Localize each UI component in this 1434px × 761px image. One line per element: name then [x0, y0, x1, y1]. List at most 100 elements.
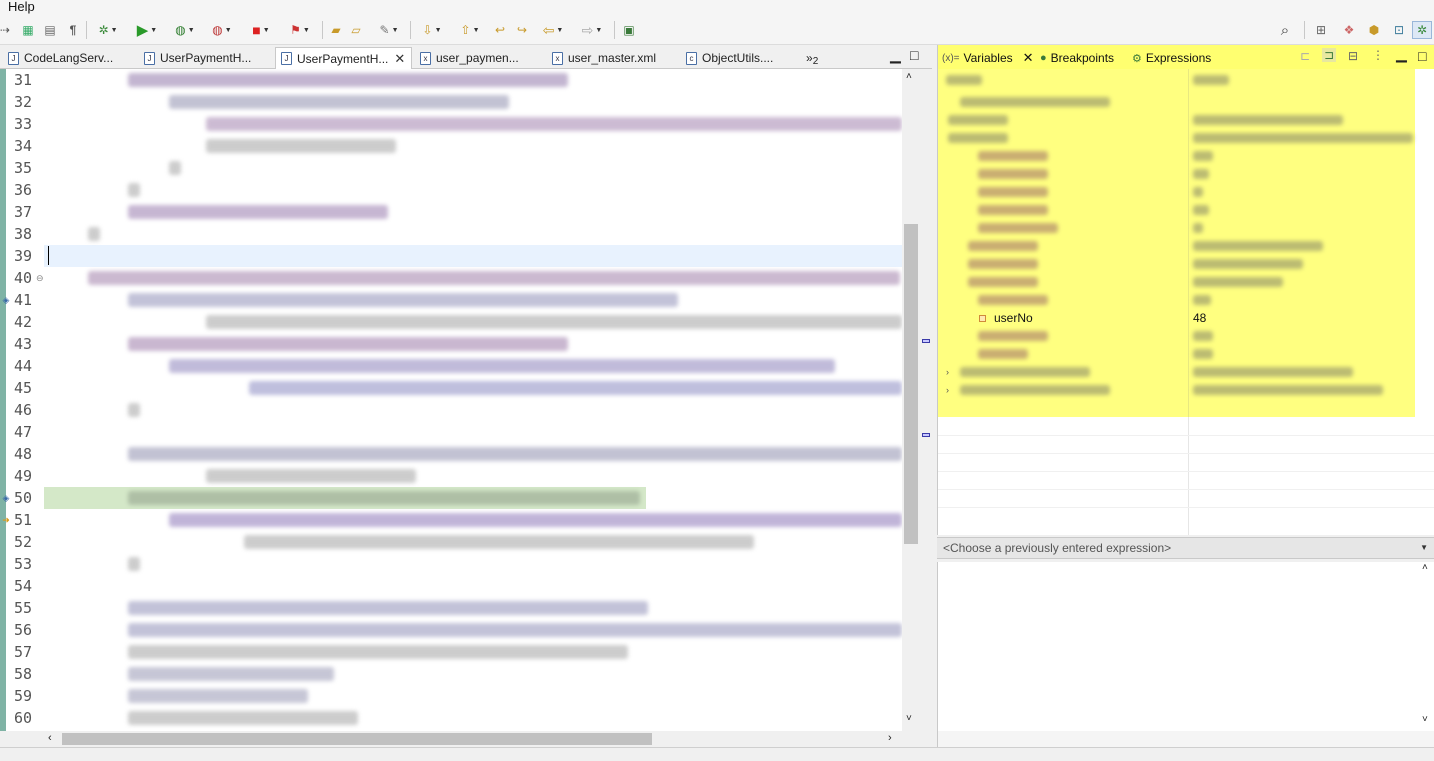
debug-perspective-icon[interactable]: ✲: [1412, 21, 1432, 39]
tab-breakpoints[interactable]: ● Breakpoints: [1040, 49, 1114, 67]
variables-tree[interactable]: userNo 48 › ›: [938, 69, 1415, 417]
blurred-row: [968, 277, 1038, 287]
menu-help[interactable]: Help: [8, 0, 35, 14]
maximize-icon[interactable]: □: [1418, 48, 1426, 64]
previous-annotation-icon[interactable]: ⇧ ▼: [454, 21, 486, 39]
scroll-down-icon[interactable]: ˅: [1422, 714, 1428, 725]
show-logical-structure-icon[interactable]: ⊐: [1322, 48, 1337, 62]
scroll-down-icon[interactable]: ˅: [906, 713, 912, 724]
scroll-thumb[interactable]: [62, 733, 652, 745]
overview-ruler: [920, 69, 932, 731]
show-type-names-icon[interactable]: ⊏: [1300, 49, 1310, 63]
menu-bar: Help: [0, 0, 1434, 15]
line-number: 57: [14, 643, 33, 661]
back-icon[interactable]: ⇦ ▼: [538, 21, 568, 39]
edit-location-icon[interactable]: ↪: [514, 21, 530, 39]
last-edit-location-icon[interactable]: ↩: [492, 21, 508, 39]
new-folder-icon[interactable]: ▰: [328, 21, 344, 39]
blurred-row: [960, 367, 1090, 377]
tab-userpaymenth-active[interactable]: J UserPaymentH... ✕: [275, 47, 413, 69]
blurred-code: [169, 513, 902, 527]
scroll-thumb[interactable]: [904, 224, 918, 544]
breakpoint-marker-icon[interactable]: ◈: [1, 295, 11, 305]
tab-overflow[interactable]: » 2: [806, 47, 818, 69]
coverage-icon[interactable]: ◍ ▼: [170, 21, 200, 39]
skip-breakpoints-icon[interactable]: ⇢: [0, 21, 12, 39]
run-icon[interactable]: ▶ ▼: [132, 21, 162, 39]
java-perspective-icon[interactable]: ⊡: [1390, 21, 1408, 39]
maximize-icon[interactable]: □: [910, 47, 918, 63]
tab-userpaymenth-1[interactable]: J UserPaymentH...: [144, 47, 251, 69]
close-tab-icon[interactable]: ✕: [394, 51, 405, 67]
blurred-row: [978, 205, 1048, 215]
expressions-icon: ⚙: [1132, 52, 1142, 65]
scroll-right-icon[interactable]: ›: [888, 732, 892, 744]
expression-chooser[interactable]: <Choose a previously entered expression>…: [937, 537, 1434, 559]
blurred-row: [978, 349, 1028, 359]
scroll-left-icon[interactable]: ‹: [48, 732, 52, 744]
pilcrow-icon[interactable]: ¶: [66, 21, 80, 39]
toolbar-separator: [1304, 21, 1305, 39]
debug-tab-strip: (x)= Variables ✕ ● Breakpoints ⚙ Express…: [938, 45, 1434, 69]
tab-objectutils[interactable]: c ObjectUtils....: [686, 47, 773, 69]
scroll-up-icon[interactable]: ˄: [1422, 562, 1428, 573]
code-area[interactable]: [44, 69, 902, 731]
breakpoint-marker-icon[interactable]: ◈: [1, 493, 11, 503]
tab-label: UserPaymentH...: [160, 51, 252, 65]
expand-arrow-icon[interactable]: ›: [946, 367, 949, 377]
blurred-code: [128, 645, 628, 659]
line-number: 39: [14, 247, 33, 265]
minimize-icon[interactable]: ▁: [1396, 46, 1407, 63]
tab-user-master-xml[interactable]: x user_master.xml: [552, 47, 656, 69]
variable-row-userno[interactable]: userNo 48: [938, 309, 1415, 327]
search-icon[interactable]: ⌕: [1276, 21, 1294, 39]
variable-value: 48: [1193, 311, 1207, 325]
blurred-row: [1193, 205, 1209, 215]
forward-icon[interactable]: ⇨ ▼: [576, 21, 608, 39]
code-editor[interactable]: 31 32 33 34 35 36 37 38 39 40 41 42 43 4…: [0, 69, 920, 731]
line-number: 48: [14, 445, 33, 463]
collapse-all-icon[interactable]: ⊟: [1348, 49, 1358, 63]
line-number: 51: [14, 511, 33, 529]
debug-icon[interactable]: ✲ ▼: [94, 21, 122, 39]
pin-editor-icon[interactable]: ▣: [620, 21, 638, 39]
next-annotation-icon[interactable]: ⇩ ▼: [416, 21, 448, 39]
overview-marker[interactable]: [922, 433, 930, 437]
open-folder-icon[interactable]: ▱: [348, 21, 364, 39]
minimize-icon[interactable]: ▁: [890, 47, 901, 64]
detail-vertical-scrollbar[interactable]: ˄ ˅: [1418, 562, 1434, 732]
blurred-row: [960, 385, 1110, 395]
show-whitespace-icon[interactable]: ▤: [42, 21, 58, 39]
tab-user-paymen-xml[interactable]: x user_paymen...: [420, 47, 519, 69]
disconnect-icon[interactable]: ⚑ ▼: [284, 21, 316, 39]
line-number: 31: [14, 71, 33, 89]
blurred-code: [169, 161, 181, 175]
blurred-code: [128, 205, 388, 219]
tab-expressions[interactable]: ⚙ Expressions: [1132, 49, 1211, 67]
detail-pane[interactable]: ˄ ˅: [937, 562, 1434, 747]
fold-collapse-icon[interactable]: ⊖: [36, 273, 44, 284]
tab-codelangserv[interactable]: J CodeLangServ...: [8, 47, 113, 69]
blurred-code: [128, 711, 358, 725]
view-menu-icon[interactable]: ⋮: [1372, 48, 1384, 62]
blurred-code: [128, 557, 140, 571]
overview-marker[interactable]: [922, 339, 930, 343]
tab-variables[interactable]: (x)= Variables ✕: [942, 49, 1034, 67]
external-tools-icon[interactable]: ◍ ▼: [206, 21, 238, 39]
line-number: 43: [14, 335, 33, 353]
expand-arrow-icon[interactable]: ›: [946, 385, 949, 395]
scroll-up-icon[interactable]: ˄: [906, 71, 912, 82]
chevron-down-icon[interactable]: ▼: [1420, 543, 1428, 552]
git-perspective-icon[interactable]: ⬢: [1365, 21, 1383, 39]
close-tab-icon[interactable]: ✕: [1023, 50, 1034, 66]
save-all-icon[interactable]: ▦: [20, 21, 36, 39]
editor-vertical-scrollbar[interactable]: ˄ ˅: [902, 69, 920, 731]
edit-icon[interactable]: ✎ ▼: [372, 21, 406, 39]
detail-horizontal-scrollbar[interactable]: [938, 731, 1434, 747]
line-number: 33: [14, 115, 33, 133]
open-perspective-icon[interactable]: ⊞: [1312, 21, 1330, 39]
stop-icon[interactable]: ■ ▼: [246, 21, 276, 39]
java-ee-perspective-icon[interactable]: ❖: [1340, 21, 1358, 39]
editor-horizontal-scrollbar[interactable]: ‹ ›: [44, 731, 902, 747]
blurred-code: [206, 315, 902, 329]
